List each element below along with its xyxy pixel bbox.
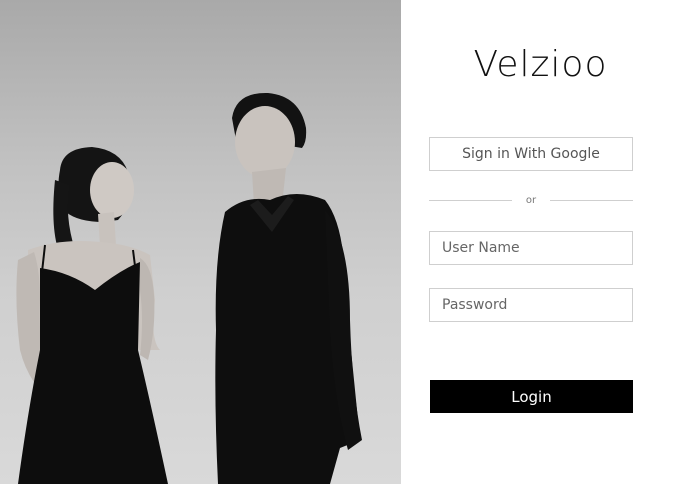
woman-figure: [16, 147, 168, 484]
login-panel: Velzioo Sign in With Google or Login: [401, 0, 680, 484]
divider-text: or: [525, 194, 537, 206]
login-button[interactable]: Login: [430, 380, 633, 413]
login-page: Velzioo Sign in With Google or Login: [0, 0, 680, 484]
brand-logo: Velzioo: [473, 44, 608, 85]
couple-illustration: [16, 92, 362, 484]
divider-line-right: [550, 199, 634, 201]
divider-line-left: [429, 199, 512, 201]
sign-in-with-google-button[interactable]: Sign in With Google: [429, 137, 633, 171]
username-input[interactable]: [430, 232, 632, 264]
username-field-wrapper: [429, 231, 633, 265]
password-input[interactable]: [430, 289, 632, 321]
or-divider: or: [429, 192, 634, 208]
hero-photo: [0, 0, 401, 484]
man-figure: [215, 92, 362, 484]
password-field-wrapper: [429, 288, 633, 322]
